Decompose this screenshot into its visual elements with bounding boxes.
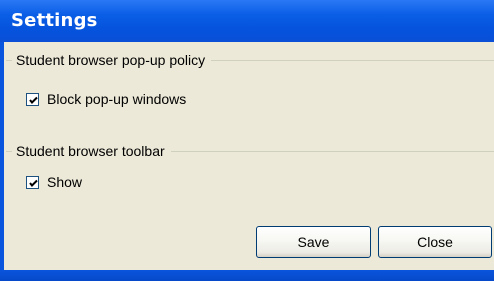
show-toolbar-option[interactable]: Show [26, 173, 82, 191]
block-popups-checkbox[interactable] [26, 92, 39, 106]
toolbar-group-label: Student browser toolbar [12, 143, 171, 159]
popup-policy-group-label: Student browser pop-up policy [12, 52, 212, 68]
settings-window: Settings Student browser pop-up policy B… [0, 0, 494, 281]
title-bar[interactable]: Settings [0, 0, 494, 42]
close-button[interactable]: Close [378, 226, 492, 258]
window-title: Settings [11, 10, 98, 31]
popup-policy-group: Student browser pop-up policy [6, 52, 494, 68]
block-popups-label[interactable]: Block pop-up windows [47, 91, 186, 107]
checkmark-icon [29, 179, 38, 187]
window-frame-bottom [0, 270, 494, 281]
block-popups-option[interactable]: Block pop-up windows [26, 90, 186, 108]
checkmark-icon [29, 96, 38, 104]
show-toolbar-label[interactable]: Show [47, 174, 82, 190]
save-button[interactable]: Save [256, 226, 371, 258]
show-toolbar-checkbox[interactable] [26, 175, 39, 189]
toolbar-group: Student browser toolbar [6, 143, 494, 159]
